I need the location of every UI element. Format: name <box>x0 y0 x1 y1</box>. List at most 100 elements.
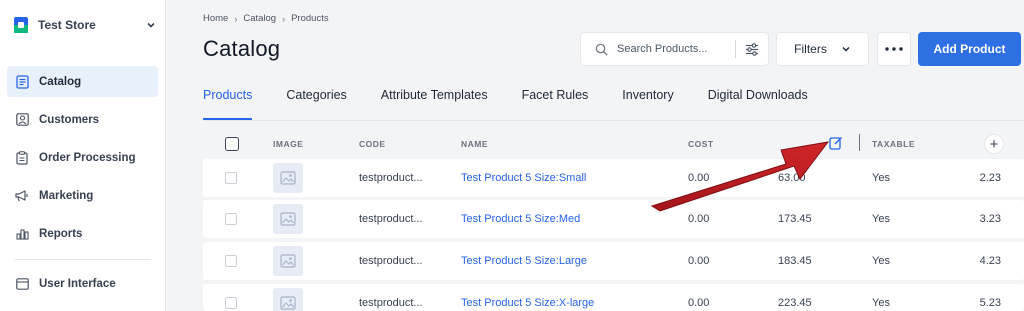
sliders-icon[interactable] <box>745 42 759 56</box>
store-switcher[interactable]: Test Store <box>10 14 156 36</box>
tab-digital-downloads[interactable]: Digital Downloads <box>708 88 808 121</box>
breadcrumb: Home › Catalog › Products <box>203 13 329 24</box>
column-header-cost[interactable]: COST <box>688 139 714 149</box>
tab-products[interactable]: Products <box>203 88 253 121</box>
cell-cost: 0.00 <box>688 172 710 184</box>
image-placeholder-icon <box>280 212 296 226</box>
table-row[interactable]: testproduct... Test Product 5 Size:X-lar… <box>203 284 1024 311</box>
row-checkbox[interactable] <box>225 255 237 267</box>
table-row[interactable]: testproduct... Test Product 5 Size:Large… <box>203 242 1024 280</box>
megaphone-icon <box>15 189 29 203</box>
cell-cost: 0.00 <box>688 213 710 225</box>
customers-icon <box>15 113 29 127</box>
table-row[interactable]: testproduct... Test Product 5 Size:Med 0… <box>203 200 1024 238</box>
ellipsis-icon <box>885 47 903 51</box>
sidebar-item-label: User Interface <box>39 277 116 290</box>
cell-code: testproduct... <box>359 213 423 225</box>
cell-taxable: Yes <box>872 213 890 225</box>
sidebar-item-order-processing[interactable]: Order Processing <box>7 142 158 173</box>
cell-price: 173.45 <box>778 213 812 225</box>
sidebar: Test Store Catalog Customers Order Proce… <box>0 0 166 311</box>
sidebar-item-label: Catalog <box>39 75 82 88</box>
product-image-placeholder <box>273 288 303 311</box>
sidebar-item-label: Reports <box>39 227 83 240</box>
tab-categories[interactable]: Categories <box>286 88 346 121</box>
order-processing-icon <box>15 150 29 165</box>
cell-name-link[interactable]: Test Product 5 Size:Large <box>461 255 587 267</box>
column-header-taxable[interactable]: TAXABLE <box>872 139 915 149</box>
cell-price: 223.45 <box>778 297 812 309</box>
cell-value: 3.23 <box>979 213 1001 225</box>
search-divider <box>735 40 736 58</box>
filters-label: Filters <box>794 42 827 56</box>
table-header: IMAGE CODE NAME COST TAXABLE + <box>203 131 1024 155</box>
search-icon <box>595 42 609 56</box>
cell-value: 2.23 <box>979 172 1001 184</box>
chevron-down-icon <box>842 46 850 52</box>
column-header-image: IMAGE <box>273 139 304 149</box>
row-checkbox[interactable] <box>225 297 237 309</box>
tab-inventory[interactable]: Inventory <box>622 88 673 121</box>
tab-attribute-templates[interactable]: Attribute Templates <box>381 88 488 121</box>
add-column-button[interactable]: + <box>984 134 1004 154</box>
chevron-right-icon: › <box>234 13 238 24</box>
sidebar-item-label: Customers <box>39 113 100 126</box>
sidebar-item-user-interface[interactable]: User Interface <box>7 268 158 299</box>
cell-taxable: Yes <box>872 297 890 309</box>
select-all-checkbox[interactable] <box>225 137 239 151</box>
product-image-placeholder <box>273 163 303 193</box>
cell-cost: 0.00 <box>688 255 710 267</box>
product-image-placeholder <box>273 246 303 276</box>
add-product-button[interactable]: Add Product <box>918 32 1021 66</box>
cell-name-link[interactable]: Test Product 5 Size:Small <box>461 172 586 184</box>
column-header-code[interactable]: CODE <box>359 139 386 149</box>
row-checkbox[interactable] <box>225 172 237 184</box>
plus-icon: + <box>989 135 999 153</box>
image-placeholder-icon <box>280 296 296 310</box>
tab-bar: Products Categories Attribute Templates … <box>203 88 842 121</box>
product-image-placeholder <box>273 204 303 234</box>
chevron-right-icon: › <box>282 13 286 24</box>
sidebar-item-label: Order Processing <box>39 151 136 164</box>
edit-columns-icon[interactable] <box>829 136 843 150</box>
sidebar-item-catalog[interactable]: Catalog <box>7 66 158 97</box>
catalog-icon <box>15 74 29 89</box>
image-placeholder-icon <box>280 171 296 185</box>
tabs-divider <box>203 120 1024 121</box>
cell-name-link[interactable]: Test Product 5 Size:Med <box>461 213 580 225</box>
search-input[interactable] <box>617 43 735 55</box>
cell-value: 4.23 <box>979 255 1001 267</box>
bar-chart-icon <box>15 227 29 241</box>
sidebar-divider <box>14 259 151 260</box>
column-header-name[interactable]: NAME <box>461 139 488 149</box>
cell-price: 183.45 <box>778 255 812 267</box>
store-name: Test Store <box>38 18 96 32</box>
page-title: Catalog <box>203 36 281 61</box>
cell-taxable: Yes <box>872 172 890 184</box>
breadcrumb-home[interactable]: Home <box>203 13 228 24</box>
cell-taxable: Yes <box>872 255 890 267</box>
row-checkbox[interactable] <box>225 213 237 225</box>
cell-code: testproduct... <box>359 255 423 267</box>
filters-button[interactable]: Filters <box>776 32 869 66</box>
column-separator <box>859 134 860 151</box>
table-row[interactable]: testproduct... Test Product 5 Size:Small… <box>203 159 1024 197</box>
search-box <box>580 32 769 66</box>
sidebar-item-marketing[interactable]: Marketing <box>7 180 158 211</box>
cell-price: 63.00 <box>778 172 806 184</box>
store-logo-icon <box>14 17 28 33</box>
window-icon <box>15 277 29 291</box>
sidebar-item-reports[interactable]: Reports <box>7 218 158 249</box>
sidebar-item-customers[interactable]: Customers <box>7 104 158 135</box>
breadcrumb-products: Products <box>291 13 329 24</box>
cell-cost: 0.00 <box>688 297 710 309</box>
cell-code: testproduct... <box>359 297 423 309</box>
cell-code: testproduct... <box>359 172 423 184</box>
breadcrumb-catalog[interactable]: Catalog <box>243 13 276 24</box>
more-options-button[interactable] <box>877 32 911 66</box>
image-placeholder-icon <box>280 254 296 268</box>
cell-name-link[interactable]: Test Product 5 Size:X-large <box>461 297 594 309</box>
tab-facet-rules[interactable]: Facet Rules <box>522 88 589 121</box>
chevron-down-icon <box>147 22 155 28</box>
sidebar-item-label: Marketing <box>39 189 94 202</box>
